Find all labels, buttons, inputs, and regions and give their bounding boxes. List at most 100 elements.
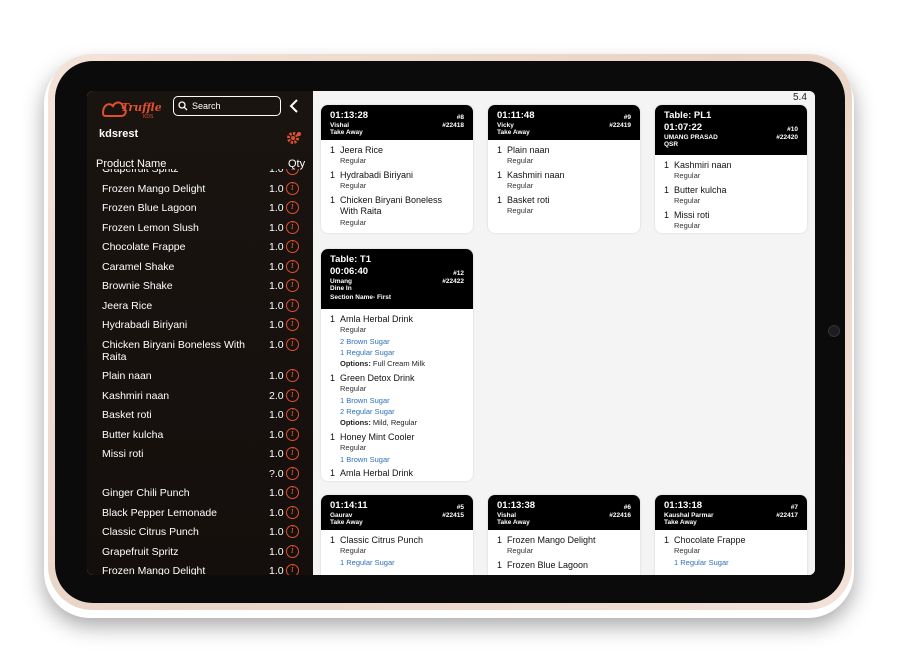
order-timer: 01:13:18: [664, 500, 703, 511]
order-id: #22416: [609, 512, 631, 519]
info-icon[interactable]: i: [286, 201, 299, 214]
product-qty: 1.0: [269, 506, 284, 519]
item-name: Chicken Biryani Boneless: [340, 195, 443, 205]
info-icon[interactable]: i: [286, 279, 299, 292]
item-size: Regular: [674, 546, 701, 555]
info-icon[interactable]: i: [286, 564, 299, 575]
info-icon[interactable]: i: [286, 337, 299, 351]
item-size: Regular: [507, 206, 534, 215]
order-item[interactable]: 1 Green Detox Drink: [330, 373, 415, 383]
info-icon[interactable]: i: [286, 427, 299, 441]
product-qty: 1.0: [269, 370, 284, 382]
order-header: 01:13:18 #7 Kaushal Parmar #22417 Take Away: [655, 495, 807, 530]
order-item[interactable]: 1 Kashmiri naan: [664, 160, 732, 170]
item-options: Options: Full Cream Milk: [340, 359, 425, 368]
order-item[interactable]: 1 Honey Mint Cooler: [330, 432, 415, 442]
order-item[interactable]: 1 Chicken Biryani Boneless: [330, 195, 442, 205]
item-qty: 1: [330, 432, 336, 442]
product-qty: 1.0: [269, 448, 284, 460]
info-icon[interactable]: i: [286, 466, 299, 480]
order-item[interactable]: 1 Jeera Rice: [330, 145, 383, 155]
item-qty: 1: [497, 195, 503, 205]
version-label: 5.4: [793, 92, 807, 103]
item-qty: 1: [330, 170, 336, 180]
chevron-left-icon[interactable]: [286, 97, 302, 115]
order-item[interactable]: 1 Butter kulcha: [664, 185, 727, 195]
info-icon[interactable]: i: [286, 486, 299, 499]
info-icon[interactable]: i: [286, 240, 299, 253]
search-icon: [178, 101, 188, 111]
item-name-continued: With Raita: [340, 206, 382, 216]
order-header: Table: T1 00:06:40 #12 Umang #22422 Dine In Se…: [321, 249, 473, 309]
customer-name: Vishal: [497, 512, 517, 519]
search-input[interactable]: Search: [173, 96, 281, 116]
customer-name: Vicky: [497, 122, 514, 129]
info-icon[interactable]: i: [286, 369, 299, 382]
order-item[interactable]: 1 Amla Herbal Drink: [330, 314, 413, 324]
item-qty: 1: [330, 145, 336, 155]
order-item[interactable]: 1 Classic Citrus Punch: [330, 535, 423, 545]
product-name: Chocolate Frappe: [102, 241, 186, 253]
order-card[interactable]: 01:14:11 #5 Gaurav #22415 Take Away 1 Classic …: [321, 495, 473, 575]
order-item[interactable]: 1 Frozen Blue Lagoon: [497, 560, 588, 570]
order-card[interactable]: Table: T1 00:06:40 #12 Umang #22422 Dine In Se…: [321, 249, 473, 481]
item-name: Frozen Blue Lagoon: [507, 560, 589, 570]
order-item[interactable]: 1 Amla Herbal Drink: [330, 468, 413, 478]
product-qty: 1.0: [269, 182, 284, 195]
info-icon[interactable]: i: [286, 525, 299, 538]
item-qty: 1: [497, 145, 503, 155]
item-qty: 1: [330, 468, 336, 478]
info-icon[interactable]: i: [286, 169, 299, 175]
order-card[interactable]: 01:13:38 #6 Vishal #22416 Take Away 1 Frozen M…: [488, 495, 640, 575]
restaurant-name: kdsrest: [99, 128, 139, 140]
order-header: 01:14:11 #5 Gaurav #22415 Take Away: [321, 495, 473, 530]
order-item[interactable]: 1 Chocolate Frappe: [664, 535, 746, 545]
product-name: Caramel Shake: [102, 260, 175, 273]
product-qty: ?.0: [269, 467, 284, 480]
info-icon[interactable]: i: [286, 318, 299, 331]
product-name: Plain naan: [102, 370, 152, 382]
info-icon[interactable]: i: [286, 408, 299, 421]
info-icon[interactable]: i: [286, 181, 299, 195]
item-size: Regular: [340, 546, 367, 555]
order-timer: 01:13:28: [330, 110, 369, 121]
order-item[interactable]: 1 Hydrabadi Biriyani: [330, 170, 413, 180]
item-size: Regular: [340, 218, 367, 227]
info-icon[interactable]: i: [286, 259, 299, 273]
info-icon[interactable]: i: [286, 544, 299, 558]
order-card[interactable]: 01:13:28 #8 Vishal #22418 Take Away 1 Jeera Ri…: [321, 105, 473, 233]
order-header: Table: PL1 01:07:22 #10 UMANG PRASAD #22420 Q…: [655, 105, 807, 155]
order-item[interactable]: 1 Missi roti: [664, 210, 710, 220]
product-name: Frozen Mango Delight: [102, 182, 206, 195]
order-item[interactable]: 1 Basket roti: [497, 195, 550, 205]
info-icon[interactable]: i: [286, 220, 299, 234]
item-name: Frozen Mango Delight: [507, 535, 596, 545]
item-name: Plain naan: [507, 145, 550, 155]
order-type: Take Away: [664, 519, 697, 526]
item-name: Hydrabadi Biriyani: [340, 170, 414, 180]
product-name: Ginger Chili Punch: [102, 487, 190, 499]
info-icon[interactable]: i: [286, 298, 299, 312]
order-item[interactable]: 1 Plain naan: [497, 145, 550, 155]
info-icon[interactable]: i: [286, 505, 299, 519]
logo-text: Truffle: [121, 101, 161, 114]
order-item[interactable]: 1 Kashmiri naan: [497, 170, 565, 180]
info-icon[interactable]: i: [286, 447, 299, 460]
item-qty: 1: [330, 535, 336, 545]
info-icon[interactable]: i: [286, 388, 299, 402]
item-size: Regular: [507, 546, 534, 555]
order-card[interactable]: 01:11:48 #9 Vicky #22419 Take Away 1 Plain naa…: [488, 105, 640, 233]
product-qty: 1.0: [269, 409, 284, 421]
order-number: #7: [790, 504, 798, 511]
item-modifier: 1 Regular Sugar: [340, 348, 395, 357]
order-card[interactable]: 01:13:18 #7 Kaushal Parmar #22417 Take Away 1…: [655, 495, 807, 575]
item-qty: 1: [330, 314, 336, 324]
order-card[interactable]: Table: PL1 01:07:22 #10 UMANG PRASAD #22420 Q…: [655, 105, 807, 233]
gear-icon[interactable]: [286, 130, 302, 146]
product-name: Kashmiri naan: [102, 389, 170, 402]
product-name: Chicken Biryani Boneless With Raita: [102, 338, 245, 363]
order-type: Take Away: [330, 519, 363, 526]
product-qty: 1.0: [269, 280, 284, 292]
order-item[interactable]: 1 Frozen Mango Delight: [497, 535, 596, 545]
options-value: Full Cream Milk: [370, 359, 425, 368]
